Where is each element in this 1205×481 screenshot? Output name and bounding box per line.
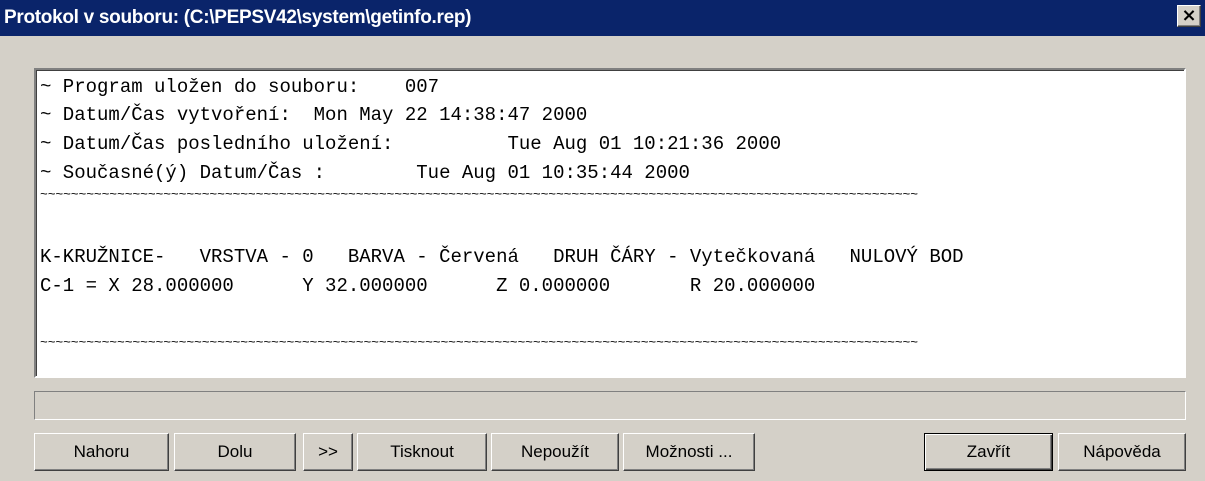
report-text-area[interactable]: ~ Program uložen do souboru: 007 ~ Datum… [34, 68, 1186, 378]
separator-line: ~~~~~~~~~~~~~~~~~~~~~~~~~~~~~~~~~~~~~~~~… [40, 187, 918, 202]
window-title: Protokol v souboru: (C:\PEPSV42\system\g… [4, 7, 472, 28]
up-button[interactable]: Nahoru [34, 433, 169, 471]
report-line: ~ Současné(ý) Datum/Čas : Tue Aug 01 10:… [40, 162, 690, 184]
options-button[interactable]: Možnosti ... [623, 433, 755, 471]
title-bar: Protokol v souboru: (C:\PEPSV42\system\g… [0, 0, 1205, 36]
unused-button[interactable]: Nepoužít [491, 433, 619, 471]
close-button[interactable]: Zavřít [924, 433, 1053, 471]
report-line: C-1 = X 28.000000 Y 32.000000 Z 0.000000… [40, 275, 816, 297]
next-button[interactable]: >> [303, 433, 353, 471]
report-line: ~ Datum/Čas vytvoření: Mon May 22 14:38:… [40, 104, 588, 126]
report-line: K-KRUŽNICE- VRSTVA - 0 BARVA - Červená D… [40, 246, 964, 268]
report-line: ~ Program uložen do souboru: 007 [40, 76, 440, 98]
report-line: ~ Datum/Čas posledního uložení: Tue Aug … [40, 133, 782, 155]
help-button[interactable]: Nápověda [1058, 433, 1186, 471]
print-button[interactable]: Tisknout [357, 433, 487, 471]
down-button[interactable]: Dolu [174, 433, 296, 471]
separator-line: ~~~~~~~~~~~~~~~~~~~~~~~~~~~~~~~~~~~~~~~~… [40, 335, 918, 350]
status-bar [34, 391, 1186, 420]
close-icon[interactable]: × [1177, 5, 1201, 27]
